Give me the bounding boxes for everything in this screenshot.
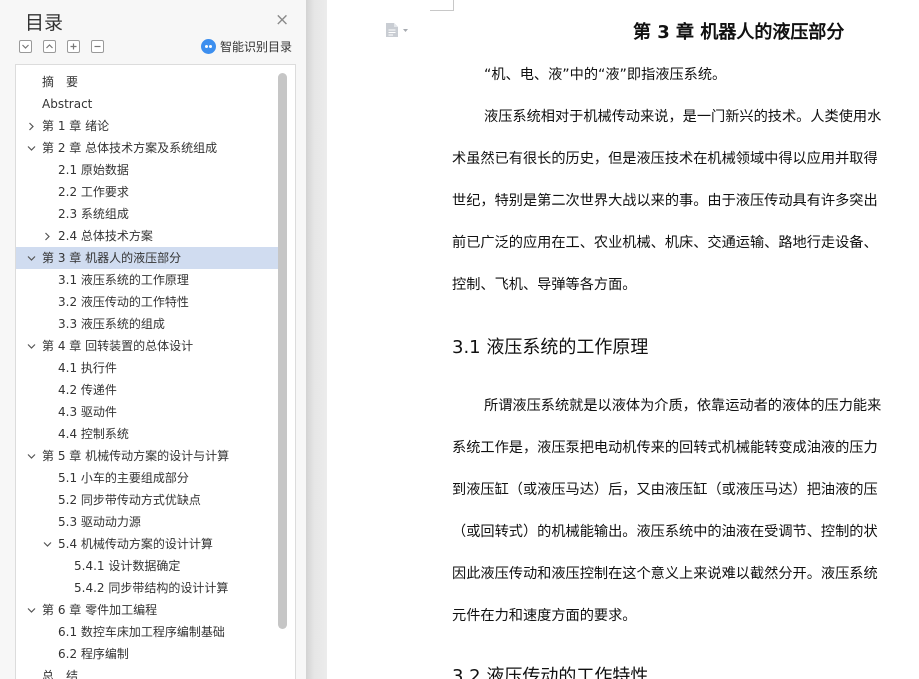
toc-item-label: 5.4.2 同步带结构的设计计算 bbox=[74, 581, 229, 595]
toc-item[interactable]: 3.1 液压系统的工作原理 bbox=[16, 269, 278, 291]
toc-item[interactable]: 总 结 bbox=[16, 665, 278, 679]
collapse-all-icon[interactable] bbox=[19, 40, 32, 53]
toc-item-label: 第 1 章 绪论 bbox=[42, 119, 110, 133]
toc-item-label: 4.1 执行件 bbox=[58, 361, 117, 375]
chevron-down-icon[interactable] bbox=[43, 540, 52, 549]
chapter-heading: 第 3 章 机器人的液压部分 bbox=[633, 22, 845, 43]
toc-item-label: 2.2 工作要求 bbox=[58, 185, 129, 199]
toc-item[interactable]: 第 4 章 回转装置的总体设计 bbox=[16, 335, 278, 357]
toc-item-label: 第 6 章 零件加工编程 bbox=[42, 603, 158, 617]
toc-item-label: Abstract bbox=[42, 97, 93, 111]
toc-item-label: 5.3 驱动动力源 bbox=[58, 515, 141, 529]
toc-item[interactable]: 第 5 章 机械传动方案的设计与计算 bbox=[16, 445, 278, 467]
paragraph-line: 液压系统相对于机械传动来说，是一门新兴的技术。人类使用水 bbox=[484, 109, 882, 125]
toc-item-label: 第 5 章 机械传动方案的设计与计算 bbox=[42, 449, 230, 463]
toc-item-label: 总 结 bbox=[42, 669, 79, 679]
toc-item[interactable]: 5.4.2 同步带结构的设计计算 bbox=[16, 577, 278, 599]
toc-scrollbar[interactable] bbox=[278, 73, 287, 629]
paragraph-line: 术虽然已有很长的历史，但是液压技术在机械领域中得以应用并取得 bbox=[452, 151, 878, 167]
toc-item-label: 4.3 驱动件 bbox=[58, 405, 117, 419]
toc-item[interactable]: 第 1 章 绪论 bbox=[16, 115, 278, 137]
toc-item[interactable]: 4.2 传递件 bbox=[16, 379, 278, 401]
toc-item[interactable]: 6.1 数控车床加工程序编制基础 bbox=[16, 621, 278, 643]
toc-item-label: 摘 要 bbox=[42, 75, 79, 89]
toc-item[interactable]: 3.3 液压系统的组成 bbox=[16, 313, 278, 335]
toc-item-label: 2.4 总体技术方案 bbox=[58, 229, 153, 243]
toc-item[interactable]: 2.4 总体技术方案 bbox=[16, 225, 278, 247]
toc-title: 目录 bbox=[25, 12, 64, 34]
toc-item[interactable]: 4.4 控制系统 bbox=[16, 423, 278, 445]
chevron-right-icon[interactable] bbox=[27, 122, 36, 131]
chevron-right-icon[interactable] bbox=[43, 232, 52, 241]
section-heading: 3.2 液压传动的工作特性 bbox=[452, 666, 649, 679]
toc-item[interactable]: 5.2 同步带传动方式优缺点 bbox=[16, 489, 278, 511]
toc-item-label: 5.1 小车的主要组成部分 bbox=[58, 471, 189, 485]
chevron-down-icon[interactable] bbox=[27, 452, 36, 461]
paragraph-line: 元件在力和速度方面的要求。 bbox=[452, 608, 637, 624]
toc-item-label: 3.1 液压系统的工作原理 bbox=[58, 273, 189, 287]
toc-item-label: 3.3 液压系统的组成 bbox=[58, 317, 165, 331]
wps-writer-window: 目录 × 智能识别目录 摘 要 Abstract 第 1 章 绪论第 2 章 总体技… bbox=[0, 0, 919, 679]
toc-item-label: 6.2 程序编制 bbox=[58, 647, 129, 661]
toc-item[interactable]: 第 6 章 零件加工编程 bbox=[16, 599, 278, 621]
toc-item-label: 5.4 机械传动方案的设计计算 bbox=[58, 537, 213, 551]
paragraph-line: 系统工作是，液压泵把电动机传来的回转式机械能转变成油液的压力 bbox=[452, 440, 878, 456]
paragraph-line: （或回转式）的机械能输出。液压系统中的油液在受调节、控制的状 bbox=[452, 524, 878, 540]
page-corner-mark bbox=[430, 0, 454, 11]
toc-item[interactable]: Abstract bbox=[16, 93, 278, 115]
toc-list: 摘 要 Abstract 第 1 章 绪论第 2 章 总体技术方案及系统组成 2.1 … bbox=[16, 71, 278, 679]
toc-item[interactable]: 2.1 原始数据 bbox=[16, 159, 278, 181]
toc-item[interactable]: 第 3 章 机器人的液压部分 bbox=[16, 247, 278, 269]
toc-item-label: 4.2 传递件 bbox=[58, 383, 117, 397]
paragraph-menu-button[interactable] bbox=[385, 22, 409, 38]
toc-item-label: 3.2 液压传动的工作特性 bbox=[58, 295, 189, 309]
toc-item-label: 4.4 控制系统 bbox=[58, 427, 129, 441]
toc-item[interactable]: 3.2 液压传动的工作特性 bbox=[16, 291, 278, 313]
chevron-down-icon[interactable] bbox=[27, 254, 36, 263]
toc-item[interactable]: 2.2 工作要求 bbox=[16, 181, 278, 203]
shrink-icon[interactable] bbox=[91, 40, 104, 53]
toc-item[interactable]: 第 2 章 总体技术方案及系统组成 bbox=[16, 137, 278, 159]
toc-item-label: 6.1 数控车床加工程序编制基础 bbox=[58, 625, 225, 639]
paragraph-line: 控制、飞机、导弹等各方面。 bbox=[452, 277, 637, 293]
panel-divider[interactable] bbox=[306, 0, 327, 679]
document-icon bbox=[386, 23, 398, 37]
expand-icon[interactable] bbox=[67, 40, 80, 53]
chevron-down-icon[interactable] bbox=[27, 144, 36, 153]
toc-item[interactable]: 5.1 小车的主要组成部分 bbox=[16, 467, 278, 489]
toc-tree: 摘 要 Abstract 第 1 章 绪论第 2 章 总体技术方案及系统组成 2.1 … bbox=[15, 64, 296, 679]
toc-item-label: 5.4.1 设计数据确定 bbox=[74, 559, 181, 573]
toc-item[interactable]: 2.3 系统组成 bbox=[16, 203, 278, 225]
paragraph-line: 世纪，特别是第二次世界大战以来的事。由于液压传动具有许多突出 bbox=[452, 193, 878, 209]
toc-item[interactable]: 摘 要 bbox=[16, 71, 278, 93]
ai-assistant-icon bbox=[201, 39, 216, 54]
intro-paragraph: “机、电、液”中的“液”即指液压系统。 bbox=[484, 67, 727, 83]
chevron-down-icon[interactable] bbox=[27, 342, 36, 351]
paragraph-line: 到液压缸（或液压马达）后，又由液压缸（或液压马达）把油液的压 bbox=[452, 482, 878, 498]
chevron-down-icon bbox=[403, 28, 408, 32]
toc-item-label: 第 4 章 回转装置的总体设计 bbox=[42, 339, 194, 353]
paragraph-line: 前已广泛的应用在工、农业机械、机床、交通运输、路地行走设备、 bbox=[452, 235, 878, 251]
toc-item[interactable]: 4.3 驱动件 bbox=[16, 401, 278, 423]
paragraph-line: 所谓液压系统就是以液体为介质，依靠运动者的液体的压力能来 bbox=[484, 398, 882, 414]
chevron-down-icon[interactable] bbox=[27, 606, 36, 615]
toc-item-label: 2.3 系统组成 bbox=[58, 207, 129, 221]
toc-item[interactable]: 4.1 执行件 bbox=[16, 357, 278, 379]
toc-item[interactable]: 5.3 驱动动力源 bbox=[16, 511, 278, 533]
collapse-level-icon[interactable] bbox=[43, 40, 56, 53]
ai-toc-label: 智能识别目录 bbox=[220, 40, 293, 54]
section-heading: 3.1 液压系统的工作原理 bbox=[452, 337, 649, 358]
close-icon[interactable]: × bbox=[275, 10, 289, 30]
toc-item[interactable]: 6.2 程序编制 bbox=[16, 643, 278, 665]
toc-item[interactable]: 5.4 机械传动方案的设计计算 bbox=[16, 533, 278, 555]
paragraph-line: 因此液压传动和液压控制在这个意义上来说难以截然分开。液压系统 bbox=[452, 566, 878, 582]
toc-item-label: 2.1 原始数据 bbox=[58, 163, 129, 177]
toc-item-label: 第 2 章 总体技术方案及系统组成 bbox=[42, 141, 218, 155]
toc-panel: 目录 × 智能识别目录 摘 要 Abstract 第 1 章 绪论第 2 章 总体技… bbox=[0, 0, 306, 679]
toc-item[interactable]: 5.4.1 设计数据确定 bbox=[16, 555, 278, 577]
toc-item-label: 5.2 同步带传动方式优缺点 bbox=[58, 493, 201, 507]
toc-item-label: 第 3 章 机器人的液压部分 bbox=[42, 251, 182, 265]
ai-toc-button[interactable]: 智能识别目录 bbox=[201, 38, 292, 55]
